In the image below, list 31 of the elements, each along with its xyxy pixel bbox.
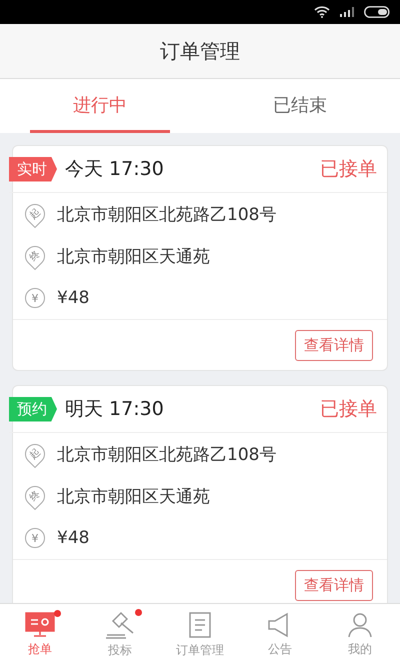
details-button[interactable]: 查看详情 (295, 330, 373, 360)
page-title: 订单管理 (160, 38, 240, 64)
price-icon: ¥ (25, 288, 45, 308)
person-icon (347, 612, 373, 638)
nav-item[interactable]: 公告 (240, 604, 320, 666)
tab[interactable]: 已结束 (230, 79, 370, 133)
tab[interactable]: 进行中 (30, 79, 170, 133)
price-icon: ¥ (25, 528, 45, 548)
gavel-icon (104, 611, 136, 639)
order-type-tag: 实时 (9, 156, 57, 182)
start-address: 北京市朝阳区北苑路乙108号 (57, 444, 276, 466)
start-address: 北京市朝阳区北苑路乙108号 (57, 204, 276, 226)
document-icon (187, 611, 213, 639)
monitor-icon (25, 612, 55, 638)
order-time: 今天 17:30 (65, 157, 165, 182)
order-status: 已接单 (320, 397, 377, 422)
nav-item[interactable]: 我的 (320, 604, 400, 666)
details-button[interactable]: 查看详情 (295, 570, 373, 600)
end-address: 北京市朝阳区天通苑 (57, 246, 210, 268)
order-time: 明天 17:30 (65, 397, 165, 422)
order-price: ¥48 (57, 288, 90, 308)
order-type-tag: 预约 (9, 396, 57, 422)
end-address: 北京市朝阳区天通苑 (57, 486, 210, 508)
signal-icon (340, 7, 354, 17)
battery-icon (364, 6, 390, 18)
wifi-icon (314, 6, 330, 18)
nav-item[interactable]: 订单管理 (160, 604, 240, 666)
order-status: 已接单 (320, 157, 377, 182)
nav-item[interactable]: 抢单 (0, 604, 80, 666)
order-price: ¥48 (57, 528, 90, 548)
nav-item[interactable]: 投标 (80, 604, 160, 666)
